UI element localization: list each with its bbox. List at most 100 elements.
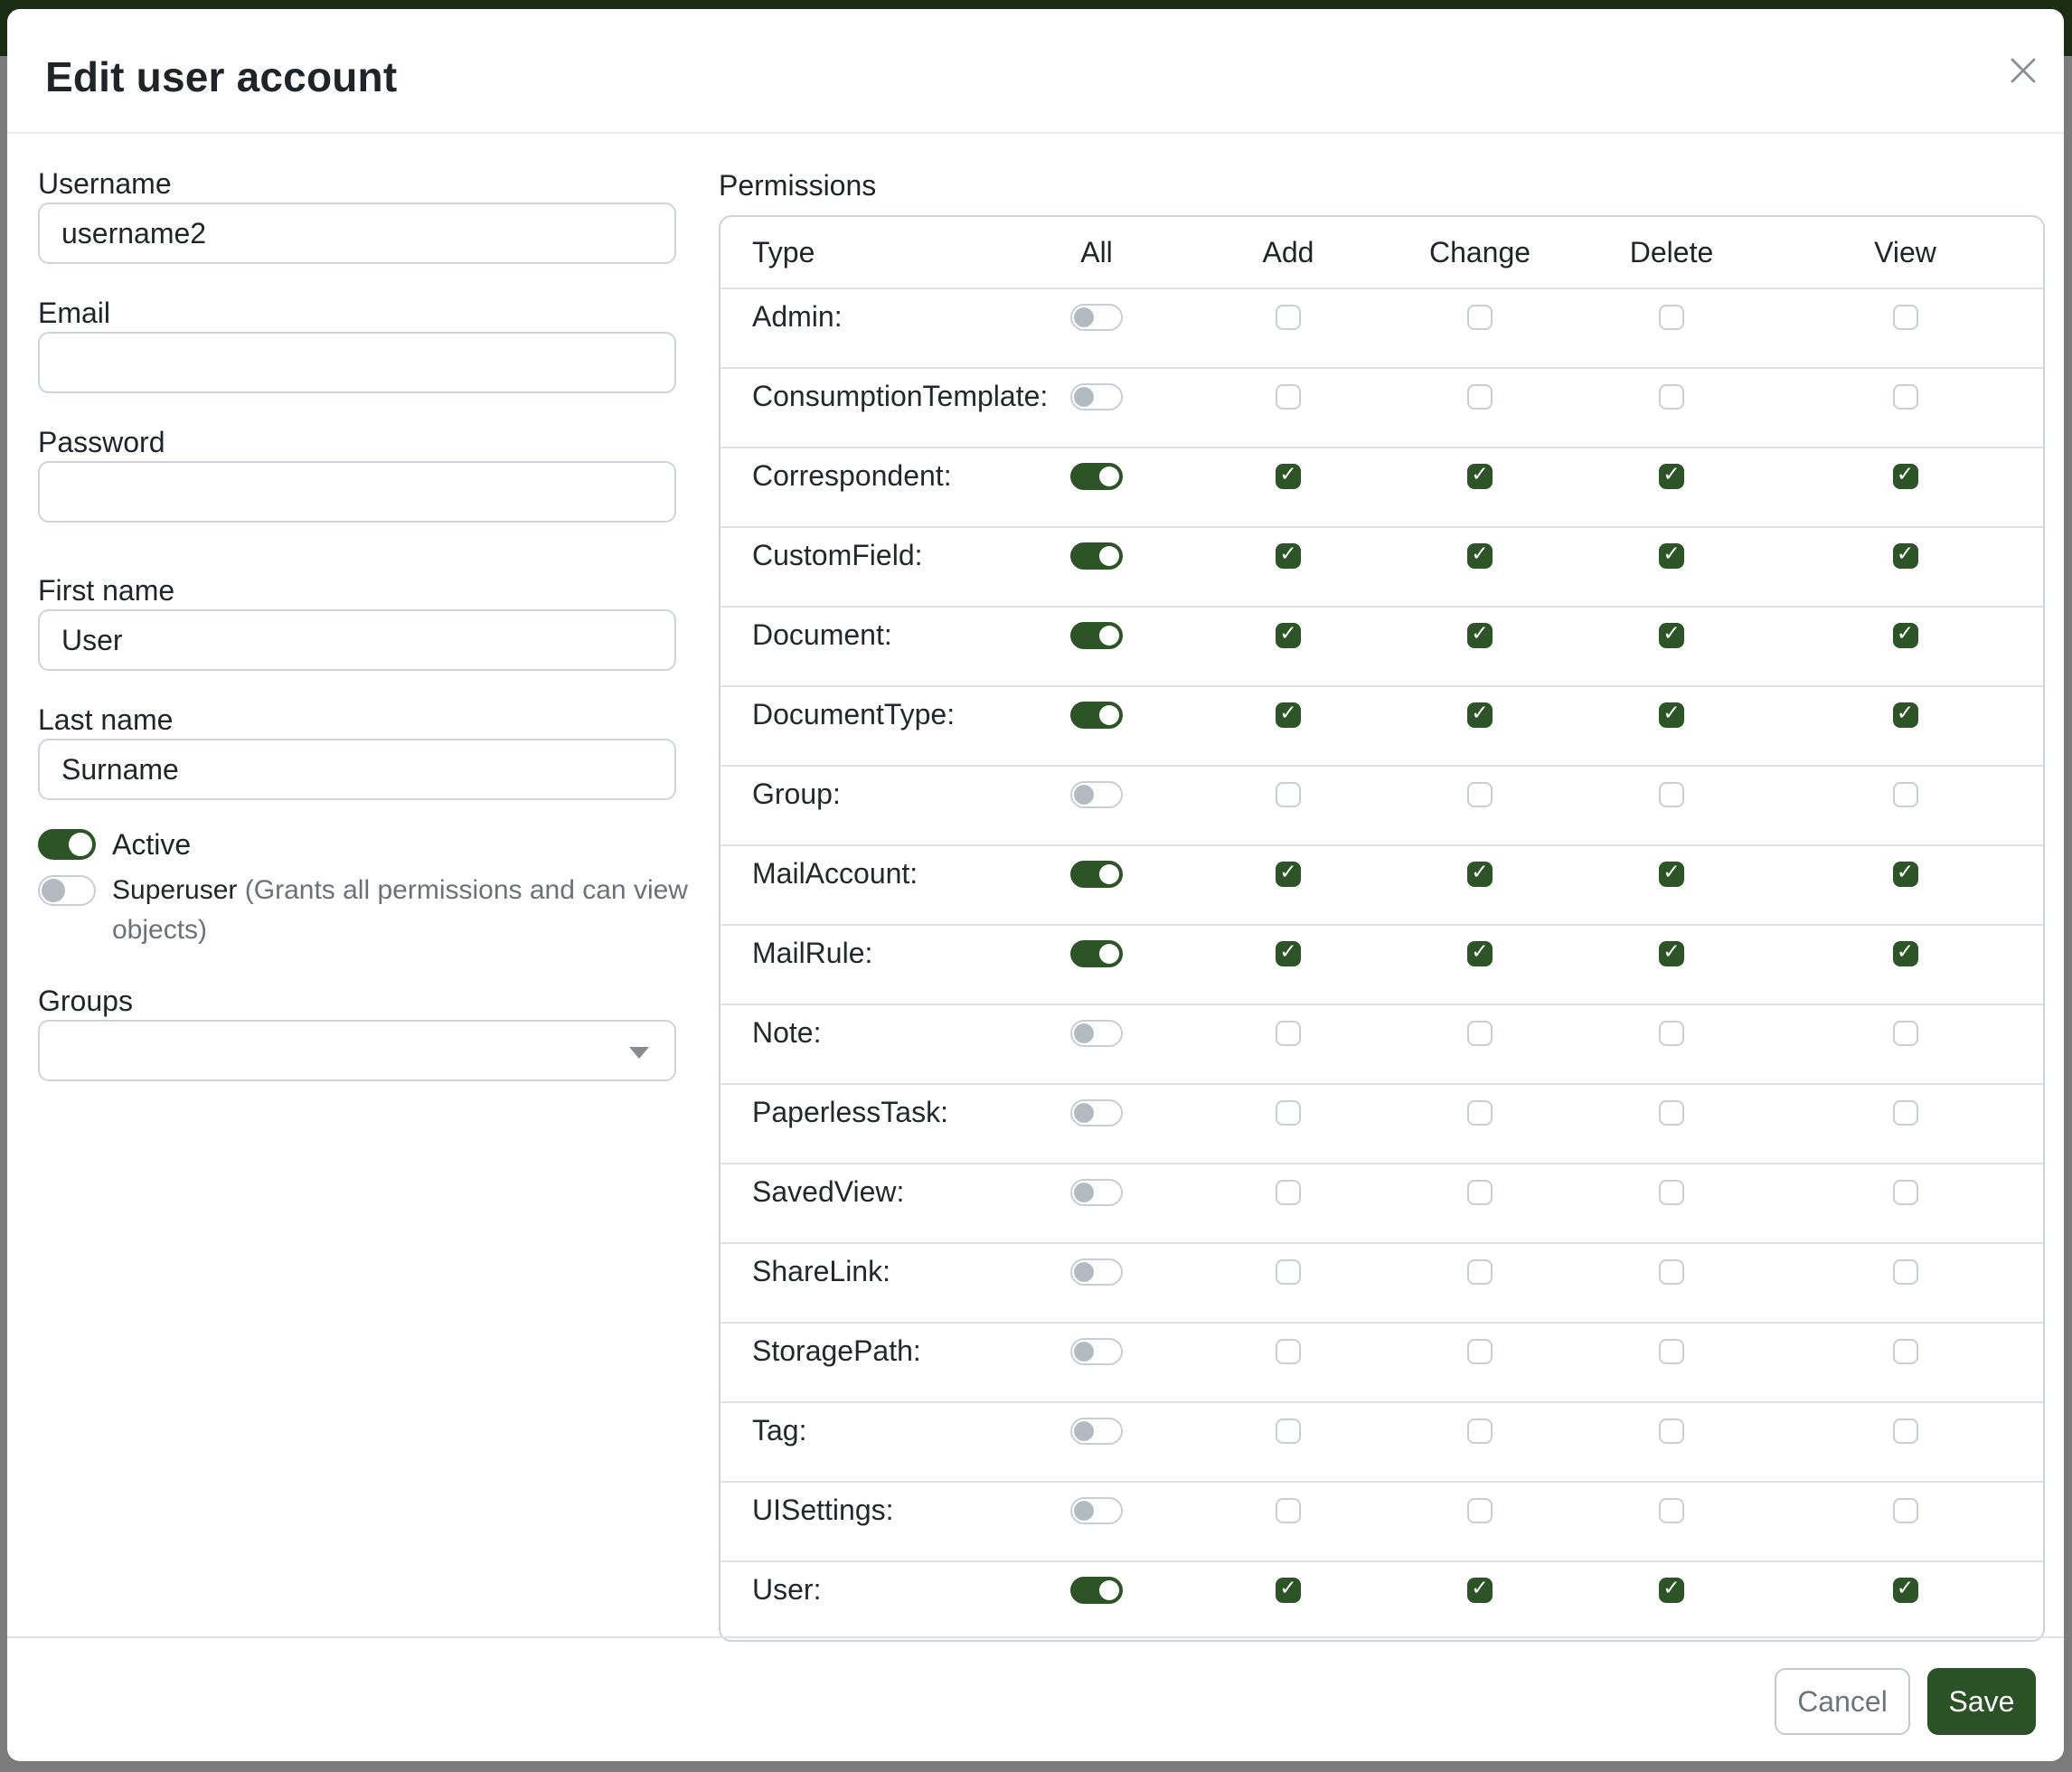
permission-change-checkbox[interactable]: ✓ (1467, 1180, 1493, 1205)
permission-view-checkbox[interactable]: ✓ (1893, 623, 1918, 648)
permission-delete-checkbox[interactable]: ✓ (1659, 1021, 1684, 1046)
permission-view-checkbox[interactable]: ✓ (1893, 1180, 1918, 1205)
permissions-label: Permissions (719, 170, 876, 201)
password-field[interactable] (38, 461, 676, 523)
permission-all-toggle[interactable] (1070, 304, 1123, 331)
permission-add-checkbox[interactable]: ✓ (1276, 702, 1301, 728)
permission-all-toggle[interactable] (1070, 542, 1123, 570)
permission-add-checkbox[interactable]: ✓ (1276, 543, 1301, 569)
toggle-knob (1074, 1103, 1094, 1123)
permission-delete-checkbox[interactable]: ✓ (1659, 384, 1684, 410)
permission-view-checkbox[interactable]: ✓ (1893, 1419, 1918, 1444)
permission-add-checkbox[interactable]: ✓ (1276, 623, 1301, 648)
permission-delete-checkbox[interactable]: ✓ (1659, 1419, 1684, 1444)
permission-delete-checkbox[interactable]: ✓ (1659, 941, 1684, 966)
save-button[interactable]: Save (1927, 1668, 2036, 1735)
permission-all-toggle[interactable] (1070, 1418, 1123, 1445)
last-name-input[interactable] (38, 739, 676, 800)
permission-view-checkbox[interactable]: ✓ (1893, 702, 1918, 728)
permission-view-checkbox[interactable]: ✓ (1893, 1498, 1918, 1523)
permission-all-toggle[interactable] (1070, 940, 1123, 967)
permission-all-toggle[interactable] (1070, 702, 1123, 729)
close-icon[interactable] (2008, 55, 2039, 86)
permission-delete-checkbox[interactable]: ✓ (1659, 862, 1684, 887)
permission-delete-checkbox[interactable]: ✓ (1659, 464, 1684, 489)
permission-add-checkbox[interactable]: ✓ (1276, 1578, 1301, 1603)
toggle-knob (1074, 1183, 1094, 1202)
permission-change-checkbox[interactable]: ✓ (1467, 862, 1493, 887)
permission-change-checkbox[interactable]: ✓ (1467, 702, 1493, 728)
permission-add-checkbox[interactable]: ✓ (1276, 464, 1301, 489)
permission-add-checkbox[interactable]: ✓ (1276, 782, 1301, 807)
permission-change-checkbox[interactable]: ✓ (1467, 464, 1493, 489)
superuser-toggle[interactable] (38, 875, 96, 906)
permission-change-checkbox[interactable]: ✓ (1467, 941, 1493, 966)
permission-view-checkbox[interactable]: ✓ (1893, 1339, 1918, 1364)
permission-delete-checkbox[interactable]: ✓ (1659, 1180, 1684, 1205)
permission-view-checkbox[interactable]: ✓ (1893, 941, 1918, 966)
permission-add-checkbox[interactable]: ✓ (1276, 862, 1301, 887)
permission-add-checkbox[interactable]: ✓ (1276, 1021, 1301, 1046)
permission-delete-checkbox[interactable]: ✓ (1659, 1100, 1684, 1126)
active-toggle[interactable] (38, 829, 96, 860)
permission-add-checkbox[interactable]: ✓ (1276, 1180, 1301, 1205)
permission-add-checkbox[interactable]: ✓ (1276, 1100, 1301, 1126)
permission-view-checkbox[interactable]: ✓ (1893, 464, 1918, 489)
permission-add-checkbox[interactable]: ✓ (1276, 384, 1301, 410)
permission-change-checkbox[interactable]: ✓ (1467, 305, 1493, 330)
permission-add-checkbox[interactable]: ✓ (1276, 1498, 1301, 1523)
permission-all-toggle[interactable] (1070, 622, 1123, 649)
permission-change-checkbox[interactable]: ✓ (1467, 623, 1493, 648)
permission-all-toggle[interactable] (1070, 1099, 1123, 1126)
permission-delete-checkbox[interactable]: ✓ (1659, 1578, 1684, 1603)
permission-view-checkbox[interactable]: ✓ (1893, 1100, 1918, 1126)
permission-change-checkbox[interactable]: ✓ (1467, 543, 1493, 569)
permission-change-checkbox[interactable]: ✓ (1467, 384, 1493, 410)
permission-all-toggle[interactable] (1070, 1258, 1123, 1286)
permission-change-checkbox[interactable]: ✓ (1467, 1259, 1493, 1285)
permission-all-toggle[interactable] (1070, 1577, 1123, 1604)
permission-view-checkbox[interactable]: ✓ (1893, 543, 1918, 569)
permission-add-checkbox[interactable]: ✓ (1276, 941, 1301, 966)
first-name-input[interactable] (38, 609, 676, 671)
permission-all-toggle[interactable] (1070, 1020, 1123, 1047)
permission-add-checkbox[interactable]: ✓ (1276, 1419, 1301, 1444)
permission-delete-checkbox[interactable]: ✓ (1659, 543, 1684, 569)
permission-delete-checkbox[interactable]: ✓ (1659, 1339, 1684, 1364)
permission-change-checkbox[interactable]: ✓ (1467, 1419, 1493, 1444)
permission-all-toggle[interactable] (1070, 1179, 1123, 1206)
permission-add-checkbox[interactable]: ✓ (1276, 1339, 1301, 1364)
permission-change-checkbox[interactable]: ✓ (1467, 1100, 1493, 1126)
permission-all-toggle[interactable] (1070, 383, 1123, 410)
permission-view-checkbox[interactable]: ✓ (1893, 862, 1918, 887)
permission-view-checkbox[interactable]: ✓ (1893, 782, 1918, 807)
permission-all-toggle[interactable] (1070, 781, 1123, 808)
permission-delete-checkbox[interactable]: ✓ (1659, 702, 1684, 728)
permission-all-toggle[interactable] (1070, 1338, 1123, 1365)
permission-view-checkbox[interactable]: ✓ (1893, 305, 1918, 330)
permission-change-checkbox[interactable]: ✓ (1467, 1339, 1493, 1364)
permission-view-checkbox[interactable]: ✓ (1893, 1259, 1918, 1285)
permission-add-checkbox[interactable]: ✓ (1276, 305, 1301, 330)
permission-delete-checkbox[interactable]: ✓ (1659, 782, 1684, 807)
permission-change-checkbox[interactable]: ✓ (1467, 782, 1493, 807)
toggle-knob (1099, 944, 1119, 964)
cancel-button[interactable]: Cancel (1775, 1668, 1910, 1735)
permission-delete-checkbox[interactable]: ✓ (1659, 1259, 1684, 1285)
permission-all-toggle[interactable] (1070, 861, 1123, 888)
permission-view-checkbox[interactable]: ✓ (1893, 1021, 1918, 1046)
permission-all-toggle[interactable] (1070, 1497, 1123, 1524)
permission-delete-checkbox[interactable]: ✓ (1659, 305, 1684, 330)
permission-add-checkbox[interactable]: ✓ (1276, 1259, 1301, 1285)
permission-change-checkbox[interactable]: ✓ (1467, 1578, 1493, 1603)
permission-all-toggle[interactable] (1070, 463, 1123, 490)
groups-select[interactable] (38, 1020, 676, 1081)
permission-delete-checkbox[interactable]: ✓ (1659, 1498, 1684, 1523)
username-input[interactable] (38, 203, 676, 264)
permission-change-checkbox[interactable]: ✓ (1467, 1498, 1493, 1523)
permission-delete-checkbox[interactable]: ✓ (1659, 623, 1684, 648)
permission-view-checkbox[interactable]: ✓ (1893, 384, 1918, 410)
permission-change-checkbox[interactable]: ✓ (1467, 1021, 1493, 1046)
email-field[interactable] (38, 332, 676, 393)
permission-view-checkbox[interactable]: ✓ (1893, 1578, 1918, 1603)
